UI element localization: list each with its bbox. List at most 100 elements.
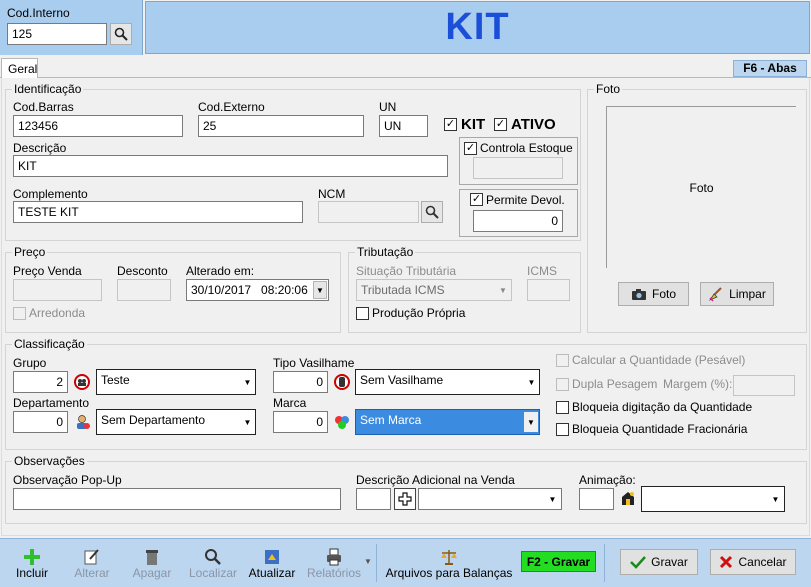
tipo-vasilhame-dropdown-icon[interactable]: ▼ bbox=[525, 372, 538, 392]
animacao-select[interactable] bbox=[641, 486, 785, 512]
alterado-dropdown-button[interactable]: ▼ bbox=[313, 281, 327, 299]
search-icon bbox=[114, 27, 128, 41]
search-ncm-button[interactable] bbox=[421, 201, 443, 223]
departamento-dropdown-icon[interactable]: ▼ bbox=[241, 412, 254, 432]
alterado-label: Alterado em: bbox=[186, 264, 255, 278]
descricao-input[interactable]: KIT bbox=[13, 155, 448, 177]
abas-shortcut-label: F6 - Abas bbox=[743, 61, 797, 75]
cod-barras-label: Cod.Barras bbox=[13, 100, 74, 114]
grupo-label: Grupo bbox=[13, 356, 47, 370]
edit-icon bbox=[84, 549, 99, 565]
close-icon bbox=[720, 555, 733, 569]
department-icon bbox=[77, 415, 90, 429]
plus-icon bbox=[24, 549, 40, 565]
grupo-select[interactable]: Teste bbox=[96, 369, 256, 395]
preco-venda-label: Preço Venda bbox=[13, 264, 82, 278]
animacao-lookup-button[interactable] bbox=[617, 488, 639, 510]
vasilhame-icon bbox=[334, 374, 350, 390]
departamento-lookup-button[interactable] bbox=[71, 411, 93, 433]
animacao-label: Animação: bbox=[579, 473, 636, 487]
page-title: KIT bbox=[445, 6, 510, 48]
arredonda-checkbox bbox=[13, 307, 26, 320]
ativo-checkbox[interactable]: ✓ bbox=[494, 118, 507, 131]
foto-button[interactable]: Foto bbox=[618, 282, 689, 306]
search-cod-interno-button[interactable] bbox=[110, 23, 132, 45]
foto-title: Foto bbox=[594, 82, 623, 96]
descricao-adicional-dropdown-icon[interactable]: ▼ bbox=[546, 490, 559, 508]
desconto-label: Desconto bbox=[117, 264, 168, 278]
bloqueia-digitacao-checkbox[interactable] bbox=[556, 401, 569, 414]
refresh-icon bbox=[265, 550, 279, 564]
group-icon bbox=[74, 374, 90, 390]
marca-lookup-button[interactable] bbox=[331, 411, 353, 433]
observacao-popup-input[interactable] bbox=[13, 488, 341, 510]
tab-geral[interactable]: Geral bbox=[1, 58, 38, 79]
dupla-pesagem-label: Dupla Pesagem bbox=[572, 377, 658, 391]
grupo-code-input[interactable]: 2 bbox=[13, 371, 68, 393]
abas-shortcut: F6 - Abas bbox=[733, 60, 807, 77]
animacao-code-input[interactable] bbox=[579, 488, 614, 510]
departamento-select[interactable]: Sem Departamento bbox=[96, 409, 256, 435]
producao-propria-checkbox[interactable] bbox=[356, 307, 369, 320]
alterar-button: Alterar bbox=[66, 540, 118, 584]
gravar-button[interactable]: Gravar bbox=[620, 549, 698, 575]
grupo-dropdown-icon[interactable]: ▼ bbox=[241, 372, 254, 392]
marca-code-input[interactable]: 0 bbox=[273, 411, 328, 433]
arquivos-balancas-button[interactable]: Arquivos para Balanças bbox=[384, 540, 514, 584]
situacao-tributaria-label: Situação Tributária bbox=[356, 264, 457, 278]
permite-devol-label: Permite Devol. bbox=[486, 193, 565, 207]
permite-devol-input[interactable]: 0 bbox=[473, 210, 563, 232]
ativo-label: ATIVO bbox=[511, 116, 556, 133]
marca-select[interactable]: Sem Marca bbox=[355, 409, 540, 435]
localizar-button: Localizar bbox=[183, 540, 243, 584]
trash-icon bbox=[146, 550, 158, 565]
kit-checkbox[interactable]: ✓ bbox=[444, 118, 457, 131]
cod-interno-input[interactable]: 125 bbox=[7, 23, 107, 45]
incluir-button[interactable]: Incluir bbox=[8, 540, 56, 584]
marca-dropdown-icon[interactable]: ▼ bbox=[524, 412, 538, 432]
calcular-quantidade-checkbox bbox=[556, 354, 569, 367]
atualizar-label: Atualizar bbox=[248, 566, 296, 580]
animacao-dropdown-icon[interactable]: ▼ bbox=[769, 489, 782, 509]
observacao-popup-label: Observação Pop-Up bbox=[13, 473, 122, 487]
complemento-input[interactable]: TESTE KIT bbox=[13, 201, 303, 223]
cod-externo-label: Cod.Externo bbox=[198, 100, 265, 114]
arredonda-label: Arredonda bbox=[29, 306, 86, 320]
tipo-vasilhame-label: Tipo Vasilhame bbox=[273, 356, 355, 370]
relatorios-button: Relatórios bbox=[302, 540, 366, 584]
permite-devol-checkbox[interactable]: ✓ bbox=[470, 193, 483, 206]
add-icon bbox=[398, 492, 412, 506]
alterado-datetime-input[interactable]: 30/10/2017 08:20:06 bbox=[186, 279, 329, 301]
limpar-button[interactable]: Limpar bbox=[700, 282, 774, 306]
tipo-vasilhame-select[interactable]: Sem Vasilhame bbox=[355, 369, 540, 395]
descricao-adicional-code-input[interactable] bbox=[356, 488, 391, 510]
tipo-vasilhame-lookup-button[interactable] bbox=[331, 371, 353, 393]
search-icon bbox=[205, 549, 221, 565]
bloqueia-fracionaria-label: Bloqueia Quantidade Fracionária bbox=[572, 422, 748, 436]
cod-externo-input[interactable]: 25 bbox=[198, 115, 364, 137]
bloqueia-fracionaria-checkbox[interactable] bbox=[556, 423, 569, 436]
calcular-quantidade-label: Calcular a Quantidade (Pesável) bbox=[572, 353, 746, 367]
cod-barras-input[interactable]: 123456 bbox=[13, 115, 183, 137]
f2-gravar-label: F2 - Gravar bbox=[526, 554, 591, 569]
kit-label: KIT bbox=[461, 116, 486, 133]
situacao-tributaria-select: Tributada ICMS bbox=[356, 279, 512, 301]
departamento-code-input[interactable]: 0 bbox=[13, 411, 68, 433]
limpar-button-label: Limpar bbox=[729, 287, 766, 301]
atualizar-button[interactable]: Atualizar bbox=[244, 540, 300, 584]
grupo-lookup-button[interactable] bbox=[71, 371, 93, 393]
descricao-adicional-add-button[interactable] bbox=[394, 488, 416, 510]
departamento-label: Departamento bbox=[13, 396, 90, 410]
relatorios-dropdown-icon[interactable]: ▼ bbox=[364, 557, 372, 566]
cancelar-button[interactable]: Cancelar bbox=[710, 549, 796, 575]
descricao-adicional-select[interactable] bbox=[418, 488, 562, 510]
search-icon bbox=[425, 205, 439, 219]
tipo-vasilhame-code-input[interactable]: 0 bbox=[273, 371, 328, 393]
un-input[interactable]: UN bbox=[379, 115, 428, 137]
controla-estoque-input bbox=[473, 157, 563, 179]
localizar-label: Localizar bbox=[188, 566, 238, 580]
margem-input bbox=[733, 375, 795, 396]
ncm-label: NCM bbox=[318, 187, 346, 201]
controla-estoque-checkbox[interactable]: ✓ bbox=[464, 142, 477, 155]
relatorios-label: Relatórios bbox=[306, 566, 362, 580]
